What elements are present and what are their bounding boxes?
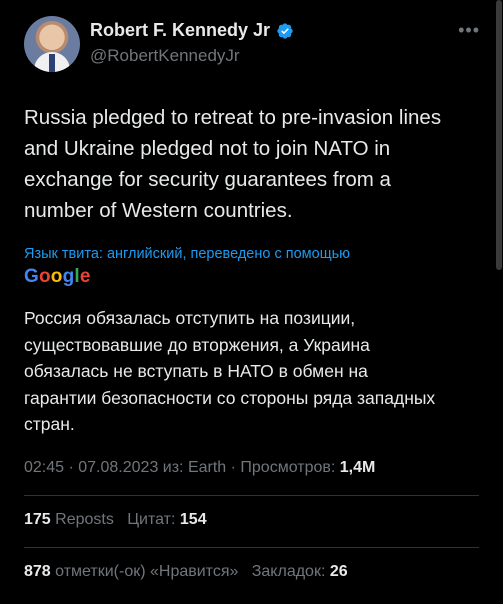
repost-quote-stats: 175 Reposts Цитат: 154 [24,511,207,529]
time-date-source[interactable]: 02:45 · 07.08.2023 из: Earth · Просмотро… [24,459,340,476]
divider [24,495,479,496]
bookmarks-link[interactable]: Закладок: 26 [252,563,348,580]
author-name[interactable]: Robert F. Kennedy Jr [90,20,270,41]
scrollbar[interactable] [496,0,502,270]
views-count: 1,4M [339,459,376,476]
likes-link[interactable]: 878 отметки(-ок) «Нравится» [24,563,238,580]
avatar[interactable] [24,16,80,72]
verified-badge-icon [277,22,293,39]
google-logo: Google [24,266,91,287]
more-options-icon[interactable]: ••• [458,20,480,41]
likes-bookmarks-stats: 878 отметки(-ок) «Нравится» Закладок: 26 [24,563,348,581]
quotes-link[interactable]: Цитат: 154 [127,511,206,528]
tweet-meta: 02:45 · 07.08.2023 из: Earth · Просмотро… [24,459,375,477]
translated-text: Россия обязалась отступить на позиции, с… [24,308,436,434]
tweet-text: Russia pledged to retreat to pre-invasio… [24,106,442,222]
author-handle[interactable]: @RobertKennedyJr [90,46,240,66]
divider [24,547,479,548]
translation-note[interactable]: Язык твита: английский, переведено с пом… [24,246,350,262]
reposts-link[interactable]: 175 Reposts [24,511,114,528]
author-name-row[interactable]: Robert F. Kennedy Jr [90,20,294,41]
tweet-header: Robert F. Kennedy Jr @RobertKennedyJr ••… [24,14,484,76]
